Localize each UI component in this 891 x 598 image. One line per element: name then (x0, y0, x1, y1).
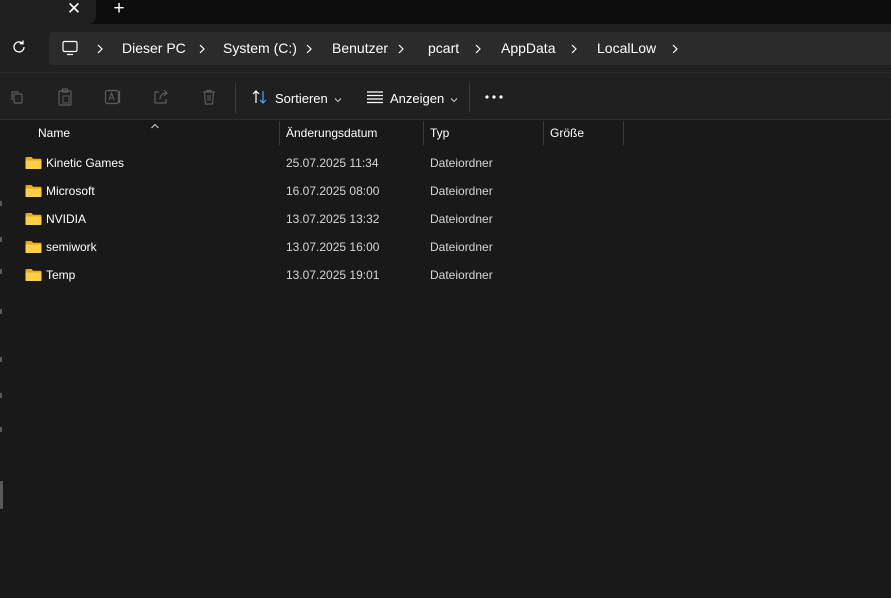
command-bar: Sortieren Anzeigen (0, 72, 891, 120)
column-header-date[interactable]: Änderungsdatum (286, 121, 377, 145)
toolbar-divider (469, 83, 470, 113)
breadcrumb-benutzer[interactable]: Benutzer (332, 32, 388, 65)
folder-icon (25, 240, 42, 254)
column-divider[interactable] (543, 121, 544, 145)
navigation-pane-edge (0, 121, 10, 598)
view-label: Anzeigen (390, 90, 445, 106)
column-header-type[interactable]: Typ (430, 121, 449, 145)
paste-icon[interactable] (55, 87, 75, 107)
share-icon[interactable] (151, 87, 171, 107)
chevron-right-icon[interactable] (195, 32, 209, 65)
toolbar-divider (235, 83, 236, 113)
tree-marker (0, 309, 2, 314)
folder-icon (25, 156, 42, 170)
sort-icon (251, 89, 269, 108)
sort-button[interactable]: Sortieren (251, 83, 342, 113)
column-divider[interactable] (623, 121, 624, 145)
active-tab[interactable]: ✕ (0, 0, 96, 24)
new-tab-icon[interactable]: + (108, 0, 130, 19)
file-date: 16.07.2025 08:00 (286, 184, 380, 198)
refresh-icon[interactable] (8, 36, 30, 58)
chevron-right-icon[interactable] (93, 32, 107, 65)
file-name: Temp (46, 268, 76, 282)
chevron-right-icon[interactable] (567, 32, 581, 65)
file-name: semiwork (46, 240, 97, 254)
chevron-right-icon[interactable] (302, 32, 316, 65)
file-date: 13.07.2025 19:01 (286, 268, 380, 282)
tree-marker (0, 393, 2, 398)
folder-icon (25, 268, 42, 282)
rename-icon[interactable] (103, 87, 123, 107)
list-item[interactable]: Temp 13.07.2025 19:01 Dateiordner (20, 261, 891, 289)
tree-marker (0, 237, 2, 242)
file-list: Name Änderungsdatum Typ Größe Kinetic Ga… (0, 121, 891, 598)
column-divider[interactable] (423, 121, 424, 145)
folder-icon (25, 184, 42, 198)
file-type: Dateiordner (430, 240, 493, 254)
file-type: Dateiordner (430, 184, 493, 198)
computer-icon[interactable] (61, 39, 79, 57)
breadcrumb-dieser-pc[interactable]: Dieser PC (122, 32, 186, 65)
column-header-size[interactable]: Größe (550, 121, 584, 145)
list-item[interactable]: Kinetic Games 25.07.2025 11:34 Dateiordn… (20, 149, 891, 177)
breadcrumb-system-c[interactable]: System (C:) (223, 32, 297, 65)
address-bar[interactable]: Dieser PC System (C:) Benutzer pcart App… (49, 32, 891, 65)
tree-marker (0, 357, 2, 362)
tree-marker (0, 201, 2, 206)
list-item[interactable]: Microsoft 16.07.2025 08:00 Dateiordner (20, 177, 891, 205)
more-icon[interactable] (484, 87, 504, 107)
tree-marker (0, 269, 2, 274)
breadcrumb-appdata[interactable]: AppData (501, 32, 555, 65)
sort-label: Sortieren (275, 90, 328, 106)
file-name: Microsoft (46, 184, 95, 198)
address-row: Dieser PC System (C:) Benutzer pcart App… (0, 24, 891, 72)
tree-marker (0, 427, 2, 432)
file-name: NVIDIA (46, 212, 87, 226)
file-name: Kinetic Games (46, 156, 125, 170)
file-type: Dateiordner (430, 156, 493, 170)
delete-icon[interactable] (199, 87, 219, 107)
file-date: 25.07.2025 11:34 (286, 156, 379, 170)
nav-scrollbar[interactable] (0, 481, 3, 509)
breadcrumb-locallow[interactable]: LocalLow (597, 32, 656, 65)
chevron-right-icon[interactable] (471, 32, 485, 65)
folder-icon (25, 212, 42, 226)
view-icon (366, 90, 384, 107)
sort-ascending-icon (150, 118, 160, 129)
list-item[interactable]: NVIDIA 13.07.2025 13:32 Dateiordner (20, 205, 891, 233)
column-divider[interactable] (279, 121, 280, 145)
breadcrumb-pcart[interactable]: pcart (428, 32, 459, 65)
file-date: 13.07.2025 13:32 (286, 212, 380, 226)
file-type: Dateiordner (430, 212, 493, 226)
column-header-name[interactable]: Name (38, 121, 70, 145)
copy-icon[interactable] (7, 87, 27, 107)
chevron-down-icon (334, 91, 342, 106)
tab-strip: ✕ + (0, 0, 891, 24)
list-item[interactable]: semiwork 13.07.2025 16:00 Dateiordner (20, 233, 891, 261)
file-date: 13.07.2025 16:00 (286, 240, 380, 254)
chevron-right-icon[interactable] (668, 32, 682, 65)
chevron-right-icon[interactable] (394, 32, 408, 65)
file-type: Dateiordner (430, 268, 493, 282)
view-button[interactable]: Anzeigen (366, 83, 458, 113)
close-tab-icon[interactable]: ✕ (64, 0, 84, 18)
chevron-down-icon (450, 91, 458, 106)
